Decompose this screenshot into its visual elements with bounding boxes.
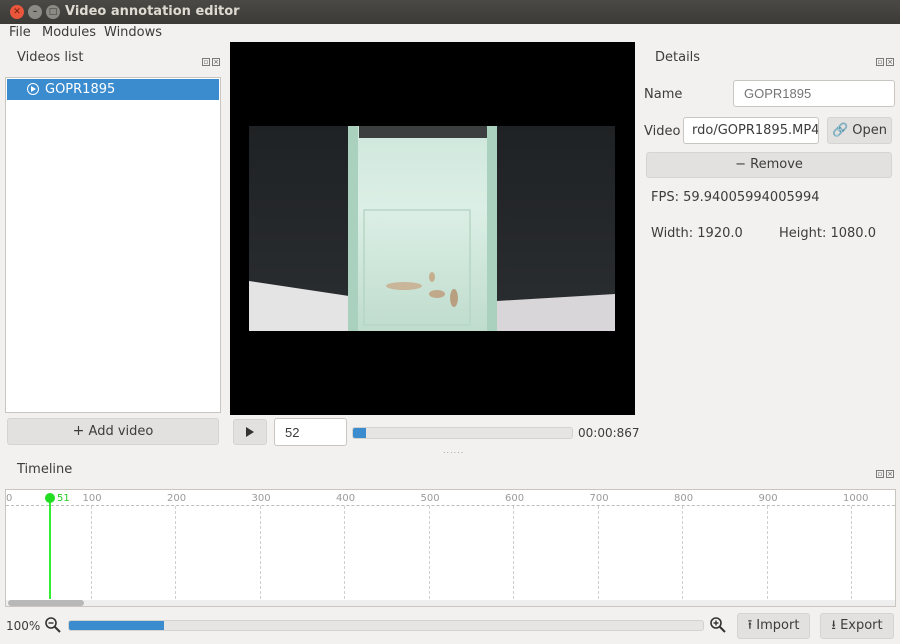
import-label: Import	[756, 618, 800, 633]
timeline-gridline	[851, 506, 852, 599]
timeline-scrollbar[interactable]	[6, 600, 895, 606]
timeline-tick-label: 700	[589, 493, 609, 504]
window-titlebar: ✕ – □ Video annotation editor	[0, 0, 900, 24]
videos-panel-title: Videos list	[17, 50, 84, 65]
menubar: File Modules Windows	[0, 24, 900, 43]
float-icon[interactable]: ▫	[876, 58, 884, 66]
window-minimize-button[interactable]: –	[28, 5, 42, 19]
window-close-button[interactable]: ✕	[10, 5, 24, 19]
timeline-scrollbar-thumb[interactable]	[8, 600, 84, 606]
fps-value: FPS: 59.94005994005994	[651, 190, 820, 205]
playback-progress[interactable]	[352, 427, 573, 439]
playback-progress-fill	[353, 428, 367, 438]
float-icon[interactable]: ▫	[876, 470, 884, 478]
window-maximize-button[interactable]: □	[46, 5, 60, 19]
timeline-cursor-label: 51	[57, 493, 70, 504]
timeline-gridline	[90, 506, 92, 599]
menu-modules[interactable]: Modules	[42, 25, 96, 40]
open-label: Open	[852, 123, 888, 138]
zoom-slider[interactable]	[68, 620, 704, 631]
timeline-ruler: 0 100 200 300 400 500 600 700 800 900 1000	[6, 490, 895, 506]
timeline-canvas[interactable]: 0 100 200 300 400 500 600 700 800 900 1000 51	[5, 489, 896, 607]
frame-input[interactable]	[274, 418, 347, 446]
close-icon[interactable]: ×	[212, 58, 220, 66]
timeline-gridline	[428, 506, 430, 599]
add-video-label: Add video	[88, 424, 154, 439]
timeline-tick-label: 0	[6, 493, 13, 504]
minus-icon: −	[735, 157, 746, 172]
height-value: Height: 1080.0	[779, 226, 876, 241]
add-video-button[interactable]: + Add video	[7, 418, 219, 445]
timeline-tick-label: 900	[758, 493, 778, 504]
splitter-handle[interactable]: ......	[443, 446, 464, 455]
upload-icon: ⭱	[747, 618, 753, 633]
open-button[interactable]: 🔗 Open	[827, 117, 892, 144]
play-button[interactable]	[233, 419, 267, 445]
export-label: Export	[840, 618, 883, 633]
menu-windows[interactable]: Windows	[104, 25, 162, 40]
video-frame	[249, 126, 615, 331]
timeline-panel-title: Timeline	[17, 462, 73, 477]
plus-icon: +	[72, 423, 85, 439]
timeline-gridline	[259, 506, 261, 599]
name-field[interactable]	[733, 80, 895, 107]
timeline-cursor-handle[interactable]	[45, 493, 55, 503]
timeline-cursor[interactable]	[49, 498, 51, 599]
close-icon[interactable]: ×	[886, 470, 894, 478]
timeline-tick-label: 200	[167, 493, 187, 504]
close-icon[interactable]: ×	[886, 58, 894, 66]
list-item[interactable]: GOPR1895	[7, 79, 219, 100]
zoom-out-icon[interactable]	[44, 616, 62, 634]
timeline-gridline	[344, 506, 345, 599]
timeline-gridline	[766, 506, 768, 599]
details-panel-title: Details	[655, 50, 701, 65]
zoom-level-label: 100%	[6, 619, 41, 633]
window-title: Video annotation editor	[65, 4, 240, 19]
timeline-tick-label: 400	[336, 493, 356, 504]
remove-button[interactable]: − Remove	[646, 152, 892, 178]
width-value: Width: 1920.0	[651, 226, 743, 241]
download-icon: ⭳	[831, 618, 836, 633]
timeline-gridline	[597, 506, 599, 599]
export-button[interactable]: ⭳ Export	[820, 613, 894, 639]
zoom-slider-fill	[69, 621, 165, 630]
video-item-label: GOPR1895	[45, 82, 116, 97]
timeline-tick-label: 800	[674, 493, 694, 504]
timeline-tick-label: 300	[251, 493, 271, 504]
videos-list[interactable]: GOPR1895	[5, 77, 221, 413]
video-item-icon	[27, 83, 39, 95]
timeline-tick-label: 100	[82, 493, 102, 504]
float-icon[interactable]: ▫	[202, 58, 210, 66]
timeline-gridline	[175, 506, 176, 599]
video-path-field[interactable]: rdo/GOPR1895.MP4	[683, 117, 819, 144]
timeline-gridline	[682, 506, 683, 599]
name-label: Name	[644, 87, 683, 102]
play-icon	[246, 427, 254, 437]
time-label: 00:00:867	[578, 426, 640, 440]
link-icon: 🔗	[831, 123, 849, 138]
timeline-panel-dock-buttons: ▫ ×	[876, 465, 896, 478]
import-button[interactable]: ⭱ Import	[737, 613, 810, 639]
video-viewport[interactable]	[230, 42, 635, 415]
timeline-gridline	[513, 506, 514, 599]
timeline-tick-label: 600	[505, 493, 525, 504]
video-label: Video	[644, 124, 681, 139]
timeline-tick-label: 1000	[843, 493, 869, 504]
remove-label: Remove	[750, 157, 803, 172]
details-panel-dock-buttons: ▫ ×	[876, 53, 896, 66]
timeline-tick-label: 500	[420, 493, 440, 504]
videos-panel-dock-buttons: ▫ ×	[202, 53, 222, 66]
zoom-in-icon[interactable]	[709, 616, 727, 634]
menu-file[interactable]: File	[9, 25, 31, 40]
